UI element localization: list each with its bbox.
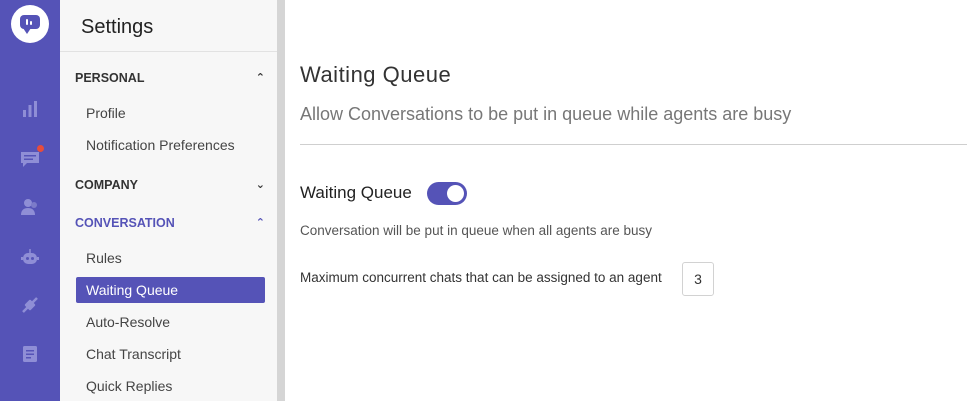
settings-title: Settings bbox=[81, 16, 154, 38]
chevron-up-icon: ⌃ bbox=[255, 72, 265, 84]
waiting-queue-toggle[interactable] bbox=[427, 182, 467, 205]
settings-menu: Settings PERSONAL ⌃ Profile Notification… bbox=[60, 0, 277, 401]
reports-icon[interactable] bbox=[20, 99, 40, 119]
menu-item-rules[interactable]: Rules bbox=[76, 245, 265, 271]
notification-dot bbox=[37, 145, 44, 152]
section-label: CONVERSATION bbox=[75, 216, 175, 230]
integrations-icon[interactable] bbox=[20, 295, 40, 315]
chevron-up-icon: ⌃ bbox=[255, 217, 265, 229]
section-conversation[interactable]: CONVERSATION ⌃ bbox=[75, 216, 265, 234]
section-company[interactable]: COMPANY ⌄ bbox=[75, 178, 265, 196]
menu-item-auto-resolve[interactable]: Auto-Resolve bbox=[76, 309, 265, 335]
section-personal[interactable]: PERSONAL ⌃ bbox=[75, 71, 265, 89]
toggle-knob bbox=[447, 185, 464, 202]
waiting-queue-description: Conversation will be put in queue when a… bbox=[300, 223, 652, 238]
menu-item-chat-transcript[interactable]: Chat Transcript bbox=[76, 341, 265, 367]
main-content: Waiting Queue Allow Conversations to be … bbox=[285, 0, 967, 401]
menu-item-waiting-queue[interactable]: Waiting Queue bbox=[76, 277, 265, 303]
menu-scrollbar[interactable] bbox=[277, 0, 285, 401]
icon-rail bbox=[0, 0, 60, 401]
section-label: PERSONAL bbox=[75, 71, 145, 85]
conversations-icon[interactable] bbox=[20, 145, 44, 169]
divider bbox=[60, 51, 277, 52]
knowledge-base-icon[interactable] bbox=[20, 344, 40, 364]
page-subtitle: Allow Conversations to be put in queue w… bbox=[300, 104, 792, 124]
max-chats-label: Maximum concurrent chats that can be ass… bbox=[300, 270, 662, 285]
contacts-icon[interactable] bbox=[20, 197, 40, 217]
chat-logo-icon[interactable] bbox=[11, 5, 49, 43]
page-title: Waiting Queue bbox=[300, 62, 452, 87]
menu-item-quick-replies[interactable]: Quick Replies bbox=[76, 373, 265, 399]
max-chats-input[interactable] bbox=[682, 262, 714, 296]
bot-icon[interactable] bbox=[20, 247, 40, 267]
chevron-down-icon: ⌄ bbox=[255, 179, 265, 191]
menu-item-profile[interactable]: Profile bbox=[76, 100, 265, 126]
waiting-queue-label: Waiting Queue bbox=[300, 183, 412, 202]
divider bbox=[300, 144, 967, 145]
section-label: COMPANY bbox=[75, 178, 138, 192]
menu-item-notification-preferences[interactable]: Notification Preferences bbox=[76, 132, 265, 158]
